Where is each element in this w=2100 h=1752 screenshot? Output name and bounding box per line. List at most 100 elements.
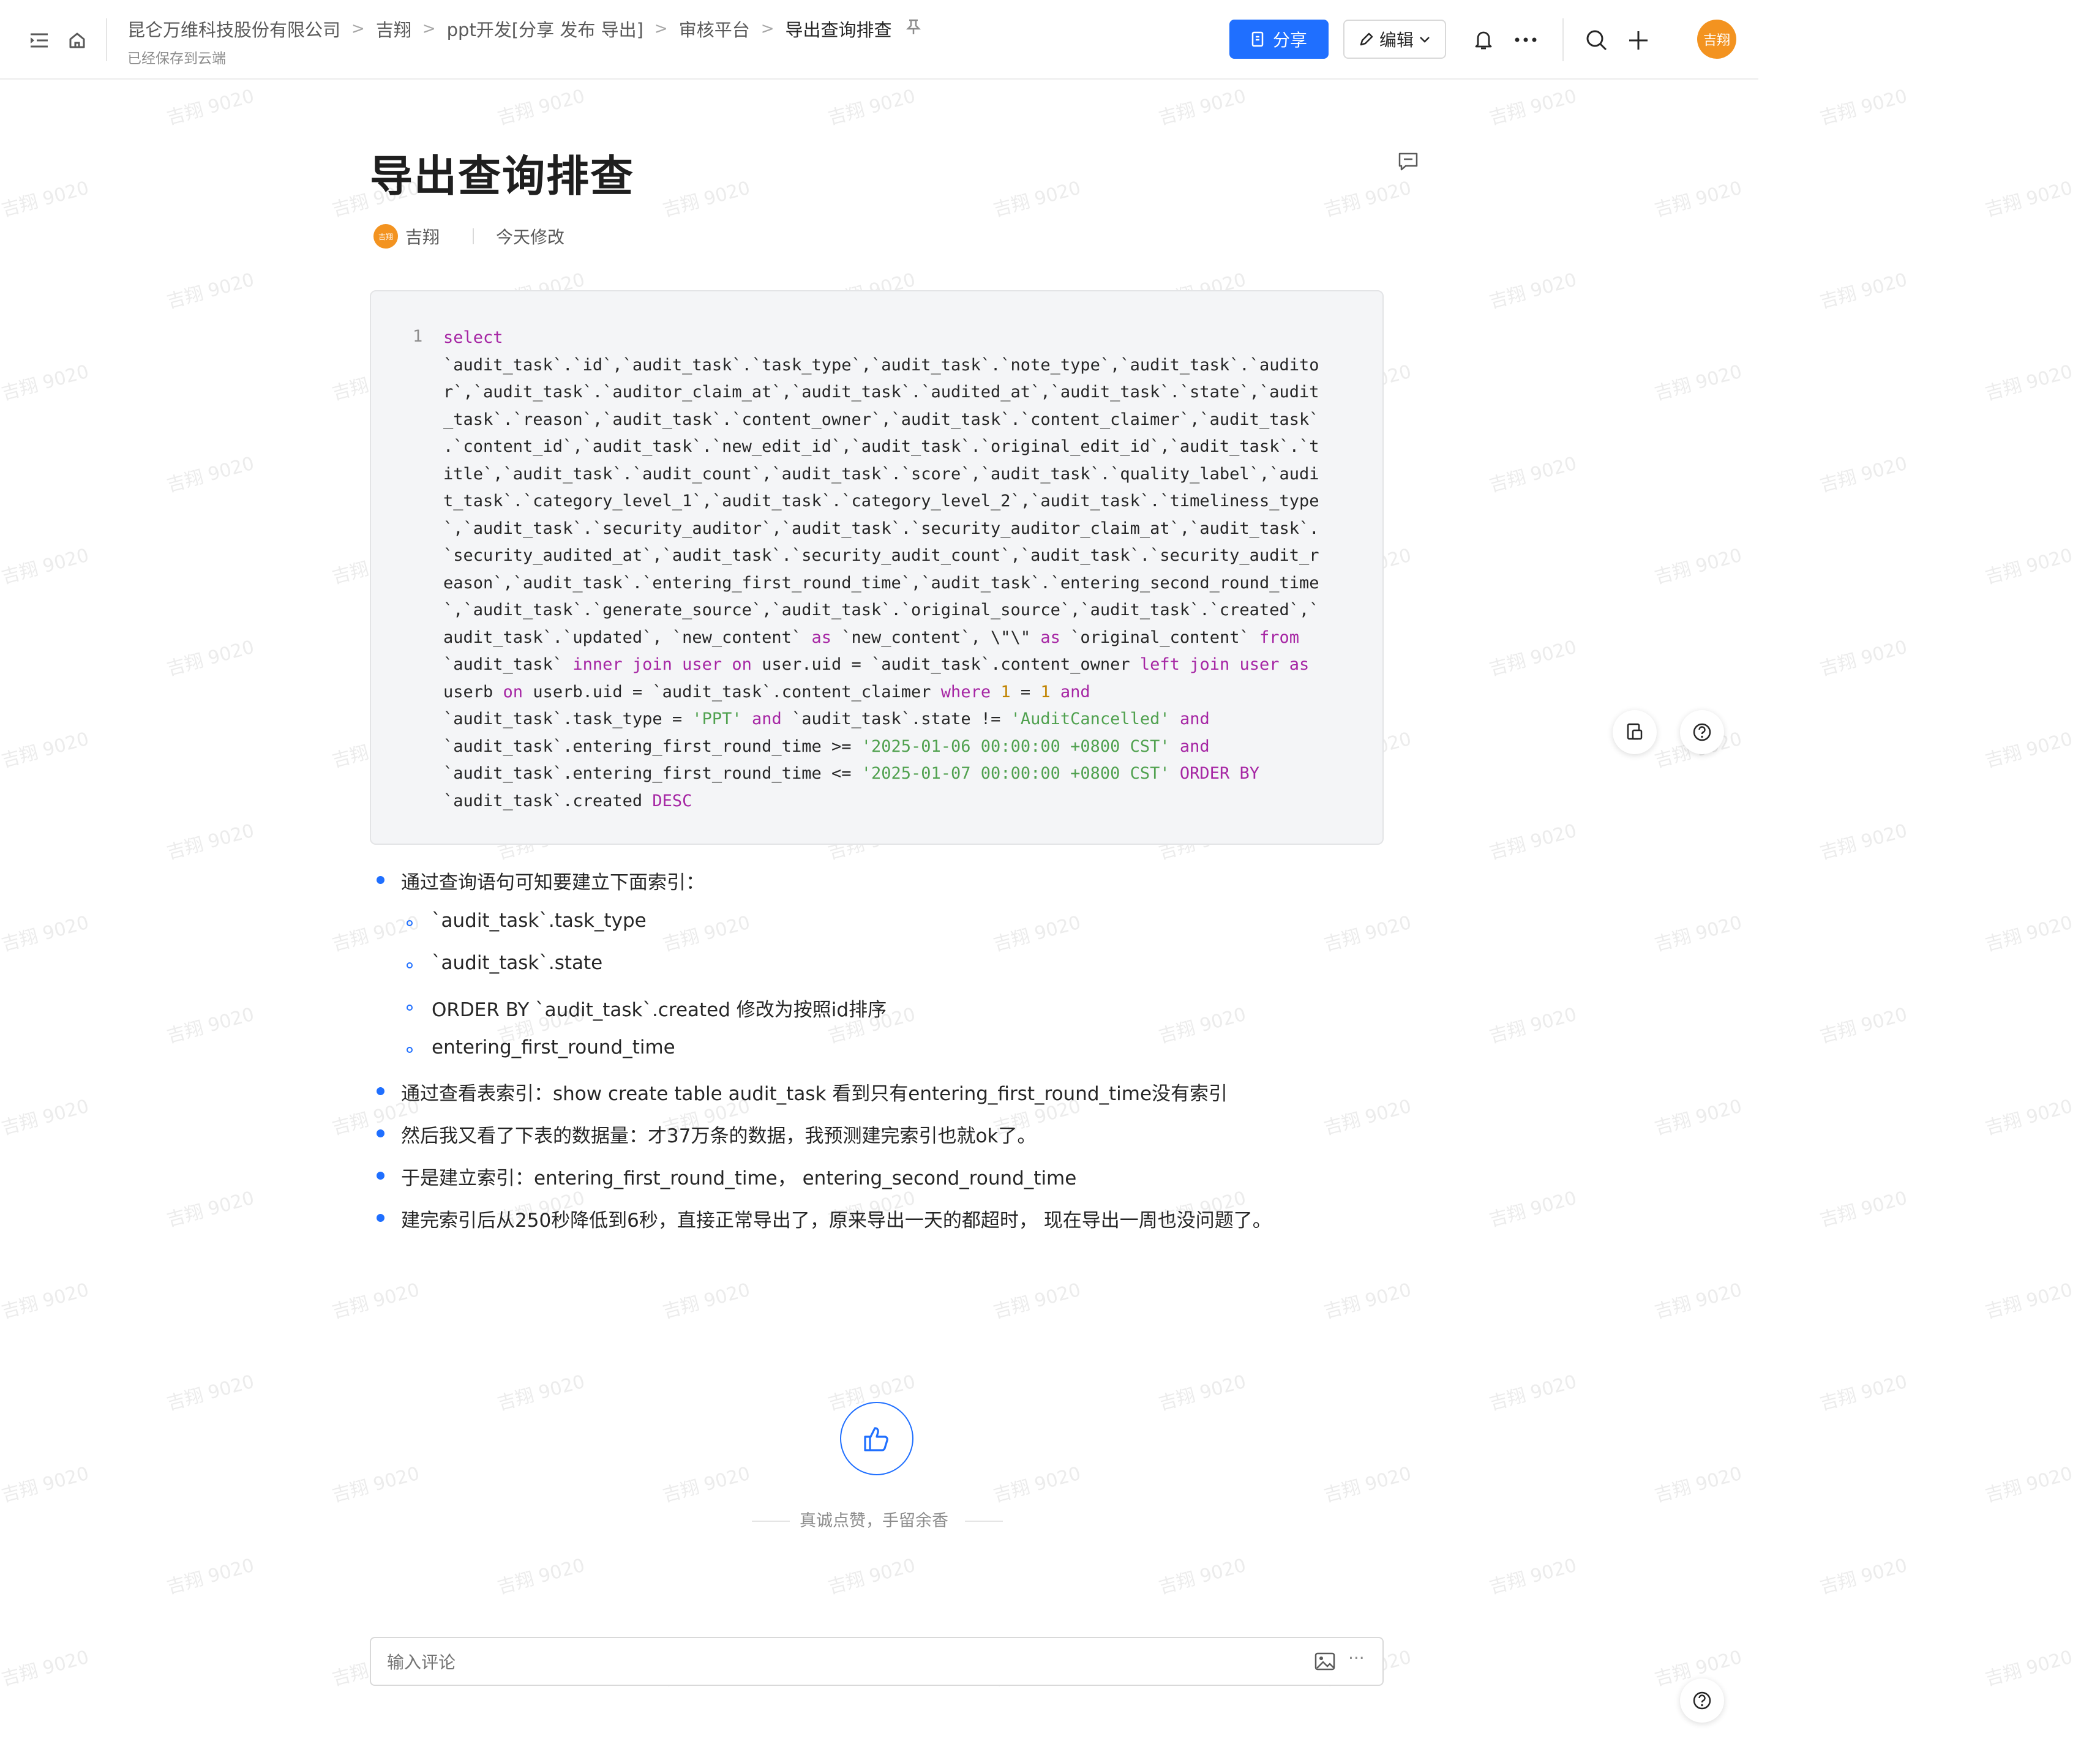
bell-icon[interactable] <box>1469 26 1498 54</box>
watermark-text: 吉翔 9020 <box>1652 361 1744 405</box>
watermark-text: 吉翔 9020 <box>1982 912 2075 956</box>
sub-list-item: entering_first_round_time <box>432 1036 675 1058</box>
watermark-text: 吉翔 9020 <box>1982 728 2075 773</box>
code-block[interactable]: 1 select `audit_task`.`id`,`audit_task`.… <box>370 290 1384 845</box>
bullet-dot <box>377 876 384 884</box>
home-icon[interactable] <box>64 27 91 54</box>
watermark-text: 吉翔 9020 <box>164 820 257 864</box>
sub-bullet-ring <box>407 1047 413 1053</box>
modified-time: 今天修改 <box>496 227 565 247</box>
sub-bullet-ring <box>407 1005 413 1011</box>
watermark-text: 吉翔 9020 <box>495 1371 587 1415</box>
watermark-text: 吉翔 9020 <box>1817 1554 1910 1599</box>
plus-icon[interactable] <box>1624 26 1653 55</box>
watermark-text: 吉翔 9020 <box>164 1187 257 1232</box>
watermark-text: 吉翔 9020 <box>1321 1462 1414 1507</box>
watermark-text: 吉翔 9020 <box>1487 636 1579 681</box>
author-name[interactable]: 吉翔 <box>405 224 440 249</box>
pin-icon[interactable] <box>906 18 921 40</box>
breadcrumb-separator: > <box>654 20 668 38</box>
watermark-text: 吉翔 9020 <box>991 1462 1083 1507</box>
bullet-dot <box>377 1172 384 1180</box>
search-icon[interactable] <box>1582 26 1611 55</box>
image-icon[interactable] <box>1314 1650 1338 1675</box>
comment-more-icon[interactable]: ··· <box>1348 1648 1365 1668</box>
watermark-text: 吉翔 9020 <box>1652 1279 1744 1323</box>
header-divider <box>106 18 107 61</box>
watermark-text: 吉翔 9020 <box>329 1462 422 1507</box>
more-icon[interactable] <box>1509 26 1543 54</box>
watermark-text: 吉翔 9020 <box>1321 1095 1414 1140</box>
list-item: 然后我又看了下表的数据量：才37万条的数据，我预测建完索引也就ok了。 <box>401 1125 1037 1147</box>
watermark-text: 吉翔 9020 <box>1652 544 1744 589</box>
watermark-text: 吉翔 9020 <box>1982 1095 2075 1140</box>
breadcrumb-item-company[interactable]: 昆仑万维科技股份有限公司 <box>127 16 340 42</box>
watermark-text: 吉翔 9020 <box>1487 1187 1579 1232</box>
watermark-text: 吉翔 9020 <box>0 1462 91 1507</box>
share-doc-icon <box>1251 31 1264 47</box>
thumbs-up-icon <box>864 1427 888 1451</box>
watermark-text: 吉翔 9020 <box>164 1554 257 1599</box>
watermark-text: 吉翔 9020 <box>1652 1462 1744 1507</box>
watermark-text: 吉翔 9020 <box>0 912 91 956</box>
help-button[interactable] <box>1680 710 1724 754</box>
watermark-text: 吉翔 9020 <box>1652 912 1744 956</box>
help-button-bottom[interactable] <box>1680 1679 1724 1723</box>
watermark-text: 吉翔 9020 <box>1487 820 1579 864</box>
bullet-dot <box>377 1087 384 1095</box>
comment-icon[interactable] <box>1397 151 1422 175</box>
watermark-text: 吉翔 9020 <box>495 85 587 130</box>
sub-list-item: ORDER BY `audit_task`.created 修改为按照id排序 <box>432 999 887 1021</box>
watermark-text: 吉翔 9020 <box>1156 1554 1248 1599</box>
watermark-text: 吉翔 9020 <box>991 1279 1083 1323</box>
watermark-text: 吉翔 9020 <box>1817 636 1910 681</box>
edit-label: 编辑 <box>1379 30 1414 50</box>
page-title: 导出查询排查 <box>370 151 634 201</box>
copy-doc-button[interactable] <box>1613 710 1657 754</box>
watermark-text: 吉翔 9020 <box>1982 361 2075 405</box>
edit-button[interactable]: 编辑 <box>1343 20 1446 59</box>
watermark-text: 吉翔 9020 <box>164 452 257 497</box>
watermark-layer: 吉翔 9020 吉翔 9020 吉翔 9020 吉翔 9020 吉翔 9020 吉翔 90… <box>0 0 2100 1752</box>
header-divider <box>1562 18 1564 61</box>
watermark-text: 吉翔 9020 <box>660 1279 752 1323</box>
watermark-text: 吉翔 9020 <box>1487 269 1579 313</box>
watermark-text: 吉翔 9020 <box>1817 269 1910 313</box>
watermark-text: 吉翔 9020 <box>1982 1646 2075 1691</box>
watermark-text: 吉翔 9020 <box>1321 912 1414 956</box>
watermark-text: 吉翔 9020 <box>1817 1187 1910 1232</box>
breadcrumb-item-current[interactable]: 导出查询排查 <box>786 16 892 42</box>
comment-box[interactable]: ··· <box>370 1637 1384 1686</box>
watermark-text: 吉翔 9020 <box>825 85 918 130</box>
watermark-text: 吉翔 9020 <box>1487 1003 1579 1048</box>
watermark-text: 吉翔 9020 <box>1817 1003 1910 1048</box>
user-avatar[interactable]: 吉翔 <box>1697 20 1736 59</box>
author-avatar[interactable]: 吉翔 <box>373 224 398 249</box>
sidebar-toggle-icon[interactable] <box>26 27 53 54</box>
watermark-text: 吉翔 9020 <box>1487 452 1579 497</box>
share-button[interactable]: 分享 <box>1229 20 1329 59</box>
watermark-text: 吉翔 9020 <box>1156 85 1248 130</box>
breadcrumb-item-platform[interactable]: 审核平台 <box>679 16 750 42</box>
watermark-text: 吉翔 9020 <box>1487 85 1579 130</box>
watermark-text: 吉翔 9020 <box>1817 820 1910 864</box>
breadcrumb-item-user[interactable]: 吉翔 <box>376 16 411 42</box>
share-label: 分享 <box>1272 30 1307 50</box>
list-item: 于是建立索引：entering_first_round_time， enteri… <box>401 1167 1077 1189</box>
watermark-text: 吉翔 9020 <box>164 269 257 313</box>
watermark-text: 吉翔 9020 <box>660 177 752 222</box>
like-button[interactable] <box>840 1402 913 1475</box>
breadcrumb-item-project[interactable]: ppt开发[分享 发布 导出] <box>447 16 643 42</box>
watermark-text: 吉翔 9020 <box>164 1003 257 1048</box>
watermark-text: 吉翔 9020 <box>1652 177 1744 222</box>
pencil-icon <box>1360 32 1373 46</box>
watermark-text: 吉翔 9020 <box>1982 1462 2075 1507</box>
bullet-dot <box>377 1129 384 1137</box>
line-number: 1 <box>413 327 423 346</box>
breadcrumb: 昆仑万维科技股份有限公司 > 吉翔 > ppt开发[分享 发布 导出] > 审核… <box>127 16 921 42</box>
top-header: 昆仑万维科技股份有限公司 > 吉翔 > ppt开发[分享 发布 导出] > 审核… <box>0 0 1758 80</box>
watermark-text: 吉翔 9020 <box>1982 177 2075 222</box>
comment-input[interactable] <box>386 1652 1184 1673</box>
watermark-text: 吉翔 9020 <box>0 361 91 405</box>
author-row: 吉翔 吉翔 今天修改 <box>373 224 564 249</box>
